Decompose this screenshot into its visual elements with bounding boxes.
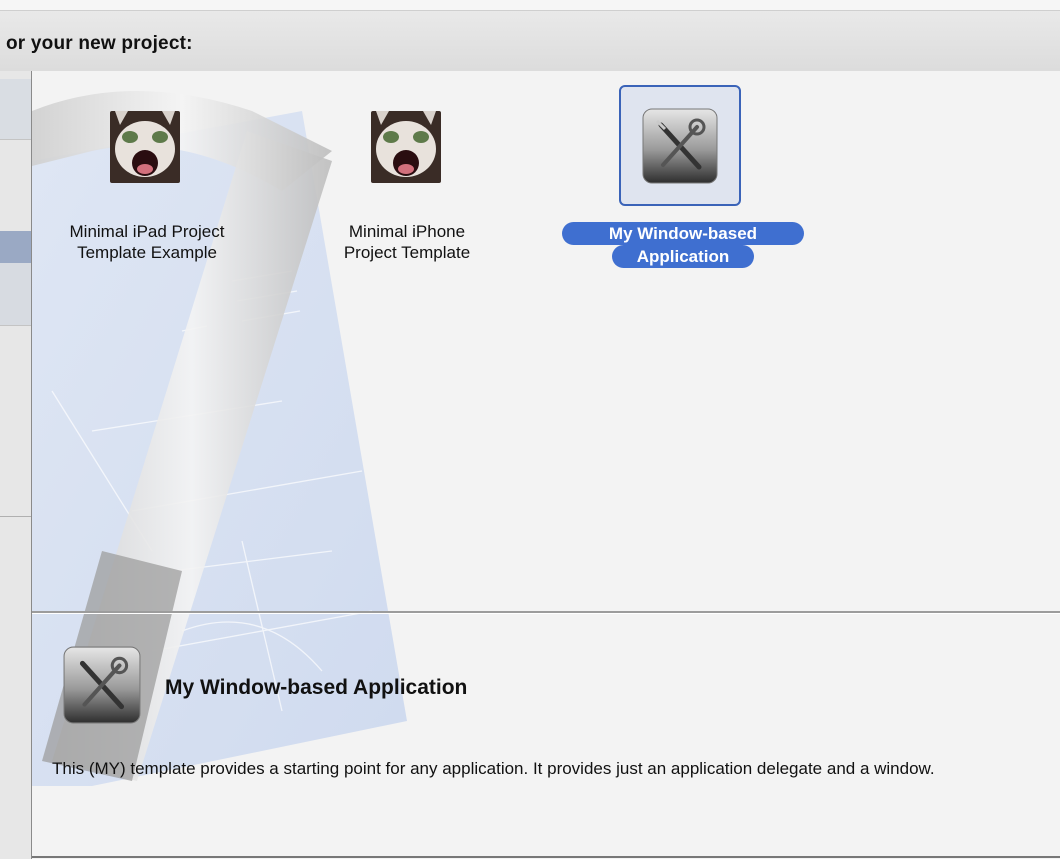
- sidebar-item[interactable]: [0, 263, 31, 326]
- template-label-line: Project Template: [343, 243, 471, 262]
- selected-template-label[interactable]: My Window-based: [562, 222, 804, 245]
- cat-photo-icon[interactable]: [371, 111, 441, 183]
- xcode-blueprint-hammer-background: [32, 91, 407, 786]
- page-title: or your new project:: [6, 33, 193, 54]
- template-label-line: Minimal iPad Project: [69, 222, 225, 241]
- template-label[interactable]: Minimal iPad Project Template Example: [42, 221, 252, 263]
- template-label-line: Minimal iPhone: [348, 222, 466, 241]
- sidebar-separator: [0, 516, 31, 517]
- template-browser: Minimal iPad Project Template Example Mi…: [32, 71, 1060, 859]
- category-sidebar: [0, 71, 32, 859]
- template-label-line: Template Example: [77, 243, 217, 262]
- wrench-screwdriver-icon[interactable]: [641, 107, 719, 190]
- template-detail-description: This (MY) template provides a starting p…: [52, 759, 935, 778]
- selected-template-label[interactable]: Application: [612, 245, 754, 268]
- bottom-border: [32, 856, 1060, 858]
- sidebar-item-selected[interactable]: [0, 231, 31, 263]
- window-top-strip: [0, 0, 1060, 10]
- sidebar-item[interactable]: [0, 79, 31, 140]
- template-label[interactable]: Minimal iPhone Project Template: [312, 221, 502, 263]
- wrench-screwdriver-icon: [62, 645, 142, 730]
- cat-photo-icon[interactable]: [110, 111, 180, 183]
- template-detail-title: My Window-based Application: [165, 676, 468, 699]
- header-bar: or your new project:: [0, 10, 1060, 72]
- panel-divider: [32, 611, 1060, 614]
